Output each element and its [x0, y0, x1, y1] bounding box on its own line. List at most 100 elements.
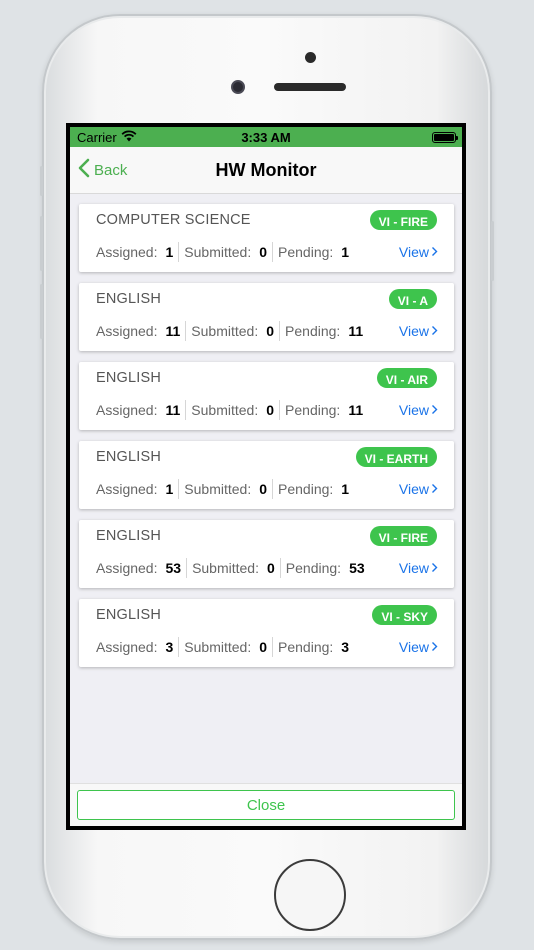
stat-divider [178, 242, 180, 262]
section-badge: VI - FIRE [369, 526, 437, 546]
earpiece-speaker [274, 83, 346, 91]
view-label: View [398, 481, 429, 497]
view-link[interactable]: View [399, 639, 442, 655]
close-button[interactable]: Close [77, 790, 455, 820]
view-label: View [398, 244, 429, 260]
assigned-label: Assigned: [96, 402, 158, 418]
submitted-count: 0 [259, 639, 268, 655]
pending-label: Pending: [278, 481, 334, 497]
assigned-stat: Assigned: 53 [96, 560, 181, 576]
view-link[interactable]: View [399, 244, 442, 260]
subject-name: COMPUTER SCIENCE [96, 212, 251, 228]
pending-count: 1 [341, 244, 350, 260]
pending-count: 1 [341, 481, 350, 497]
stat-divider [279, 558, 281, 578]
assigned-stat: Assigned: 11 [96, 323, 180, 339]
submitted-label: Submitted: [184, 481, 252, 497]
stat-divider [279, 321, 281, 341]
submitted-count: 0 [259, 481, 268, 497]
pending-stat: Pending: 11 [285, 402, 363, 418]
submitted-count: 0 [266, 323, 275, 339]
pending-stat: Pending: 53 [286, 560, 365, 576]
submitted-label: Submitted: [192, 560, 259, 576]
pending-count: 11 [348, 323, 364, 339]
section-badge: VI - SKY [372, 605, 437, 625]
subject-name: ENGLISH [96, 449, 162, 465]
battery-fill [434, 133, 454, 141]
view-link[interactable]: View [399, 323, 442, 339]
front-camera [231, 80, 245, 94]
view-link[interactable]: View [399, 560, 442, 576]
wifi-icon [121, 129, 137, 145]
navigation-bar: Back HW Monitor [70, 147, 462, 194]
phone-screen: Carrier 3:33 AM Back HW Monitor COMPUTER… [66, 123, 466, 830]
submitted-count: 0 [266, 402, 275, 418]
assigned-count: 11 [165, 323, 181, 339]
app-screen: Carrier 3:33 AM Back HW Monitor COMPUTER… [70, 127, 462, 826]
submitted-label: Submitted: [184, 639, 252, 655]
subject-name: ENGLISH [96, 370, 162, 386]
homework-card: ENGLISH VI - FIRE Assigned: 53 Submitted… [79, 520, 454, 588]
stat-divider [185, 400, 187, 420]
assigned-stat: Assigned: 1 [96, 244, 173, 260]
assigned-label: Assigned: [96, 323, 158, 339]
stat-divider [272, 479, 274, 499]
view-label: View [398, 323, 429, 339]
chevron-right-icon [431, 323, 438, 339]
homework-card: ENGLISH VI - EARTH Assigned: 1 Submitted… [79, 441, 454, 509]
subject-name: ENGLISH [96, 291, 162, 307]
assigned-count: 3 [165, 639, 174, 655]
assigned-stat: Assigned: 11 [96, 402, 180, 418]
homework-card: COMPUTER SCIENCE VI - FIRE Assigned: 1 S… [79, 204, 454, 272]
assigned-label: Assigned: [96, 639, 158, 655]
view-label: View [398, 402, 429, 418]
assigned-stat: Assigned: 1 [96, 481, 173, 497]
submitted-stat: Submitted: 0 [191, 323, 274, 339]
submitted-stat: Submitted: 0 [184, 244, 267, 260]
back-label: Back [94, 161, 128, 179]
chevron-right-icon [431, 244, 438, 260]
homework-stats: Assigned: 1 Submitted: 0 Pending: 1 View [96, 242, 442, 262]
view-link[interactable]: View [399, 481, 442, 497]
stat-divider [178, 637, 180, 657]
assigned-stat: Assigned: 3 [96, 639, 173, 655]
proximity-sensor [305, 52, 316, 63]
pending-stat: Pending: 3 [278, 639, 349, 655]
chevron-right-icon [431, 560, 438, 576]
section-badge: VI - EARTH [355, 447, 437, 467]
carrier-label: Carrier [77, 129, 117, 145]
home-button[interactable] [274, 859, 346, 931]
status-left: Carrier [77, 130, 137, 145]
chevron-right-icon [431, 481, 438, 497]
submitted-label: Submitted: [184, 244, 252, 260]
pending-label: Pending: [285, 323, 341, 339]
view-link[interactable]: View [399, 402, 442, 418]
submitted-stat: Submitted: 0 [191, 402, 274, 418]
subject-name: ENGLISH [96, 528, 162, 544]
pending-label: Pending: [285, 560, 342, 576]
stat-divider [186, 558, 188, 578]
battery-icon [432, 131, 458, 143]
submitted-label: Submitted: [191, 402, 259, 418]
stat-divider [272, 242, 274, 262]
subject-name: ENGLISH [96, 607, 162, 623]
pending-count: 53 [349, 560, 365, 576]
submitted-label: Submitted: [191, 323, 259, 339]
pending-stat: Pending: 1 [278, 481, 349, 497]
homework-card: ENGLISH VI - SKY Assigned: 3 Submitted: … [79, 599, 454, 667]
view-label: View [398, 639, 429, 655]
page-title: HW Monitor [215, 159, 317, 180]
assigned-label: Assigned: [96, 481, 158, 497]
volume-down-button [40, 284, 43, 339]
homework-card: ENGLISH VI - AIR Assigned: 11 Submitted:… [79, 362, 454, 430]
chevron-right-icon [431, 639, 438, 655]
stat-divider [178, 479, 180, 499]
back-button[interactable]: Back [70, 158, 127, 182]
submitted-stat: Submitted: 0 [184, 639, 267, 655]
chevron-right-icon [431, 402, 438, 418]
homework-card: ENGLISH VI - A Assigned: 11 Submitted: 0… [79, 283, 454, 351]
chevron-left-icon [78, 158, 90, 182]
mute-switch [40, 166, 43, 196]
power-button [491, 221, 494, 281]
status-bar: Carrier 3:33 AM [70, 127, 462, 147]
